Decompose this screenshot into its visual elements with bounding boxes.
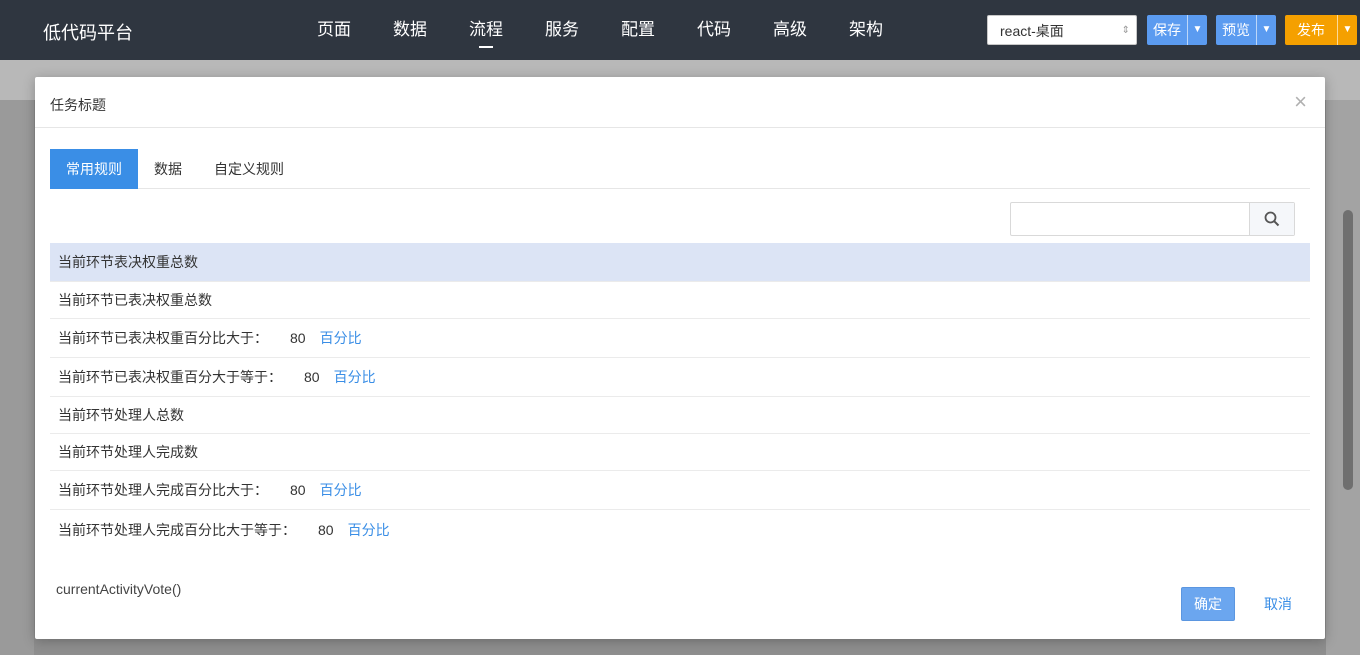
- app-brand: 低代码平台: [43, 23, 133, 43]
- rule-value[interactable]: 80: [290, 330, 306, 346]
- nav-item-config[interactable]: 配置: [600, 0, 676, 60]
- preview-dropdown-caret-icon[interactable]: ▼: [1256, 15, 1276, 45]
- rule-item[interactable]: 当前环节处理人总数: [50, 397, 1310, 434]
- rule-label: 当前环节已表决权重百分比大于：: [58, 330, 268, 346]
- rule-label: 当前环节处理人完成百分比大于等于：: [58, 521, 296, 538]
- tab-common-rules[interactable]: 常用规则: [50, 149, 138, 189]
- background-scrollbar: [1343, 210, 1353, 490]
- publish-button[interactable]: 发布: [1285, 15, 1337, 45]
- preview-button[interactable]: 预览: [1216, 15, 1256, 45]
- close-icon[interactable]: ×: [1294, 89, 1307, 115]
- search-button[interactable]: [1249, 203, 1294, 235]
- cancel-button[interactable]: 取消: [1251, 587, 1305, 621]
- nav-item-code[interactable]: 代码: [676, 0, 752, 60]
- rule-value[interactable]: 80: [318, 522, 334, 538]
- rule-item[interactable]: 当前环节表决权重总数: [50, 243, 1310, 282]
- rule-item[interactable]: 当前环节已表决权重总数: [50, 282, 1310, 319]
- nav-item-architecture[interactable]: 架构: [828, 0, 904, 60]
- environment-select[interactable]: react-桌面 ⇕: [987, 15, 1137, 45]
- rule-value[interactable]: 80: [304, 369, 320, 385]
- main-nav: 页面 数据 流程 服务 配置 代码 高级 架构: [296, 0, 904, 60]
- rule-item[interactable]: 当前环节处理人完成百分比大于等于： 80 百分比: [50, 510, 1310, 549]
- rule-label: 当前环节已表决权重总数: [58, 292, 212, 308]
- save-split-button: 保存 ▼: [1147, 15, 1207, 45]
- dialog-tabs: 常用规则 数据 自定义规则: [50, 149, 1310, 189]
- rule-expression: currentActivityVote(): [56, 581, 182, 597]
- nav-item-services[interactable]: 服务: [524, 0, 600, 60]
- rule-item[interactable]: 当前环节处理人完成数: [50, 434, 1310, 471]
- nav-item-data[interactable]: 数据: [372, 0, 448, 60]
- dialog-title: 任务标题: [50, 97, 106, 113]
- rule-label: 当前环节已表决权重百分大于等于：: [58, 369, 282, 385]
- rule-item[interactable]: 当前环节已表决权重百分比大于： 80 百分比: [50, 319, 1310, 358]
- save-dropdown-caret-icon[interactable]: ▼: [1187, 15, 1207, 45]
- tab-custom-rules[interactable]: 自定义规则: [198, 149, 300, 189]
- rule-item[interactable]: 当前环节处理人完成百分比大于： 80 百分比: [50, 471, 1310, 510]
- rule-dialog: 任务标题 × 常用规则 数据 自定义规则 当前环节表决权重总数 当前环节已表决权…: [35, 77, 1325, 639]
- rule-list: 当前环节表决权重总数 当前环节已表决权重总数 当前环节已表决权重百分比大于： 8…: [50, 243, 1310, 549]
- search-input[interactable]: [1011, 203, 1249, 235]
- rule-unit: 百分比: [319, 330, 362, 346]
- publish-split-button: 发布 ▼: [1285, 15, 1357, 45]
- rule-search: [1010, 202, 1295, 236]
- rule-label: 当前环节处理人总数: [58, 407, 184, 423]
- background-left-panel: [0, 100, 34, 655]
- search-icon: [1264, 211, 1280, 227]
- rule-label: 当前环节处理人完成百分比大于：: [58, 482, 268, 498]
- nav-item-process[interactable]: 流程: [448, 0, 524, 60]
- environment-select-value: react-桌面: [1000, 23, 1064, 39]
- chevron-updown-icon: ⇕: [1121, 25, 1130, 36]
- rule-value[interactable]: 80: [290, 482, 306, 498]
- nav-item-advanced[interactable]: 高级: [752, 0, 828, 60]
- top-bar: 低代码平台 页面 数据 流程 服务 配置 代码 高级 架构 react-桌面 ⇕…: [0, 0, 1360, 60]
- rule-unit: 百分比: [319, 482, 362, 498]
- preview-split-button: 预览 ▼: [1216, 15, 1276, 45]
- tab-data[interactable]: 数据: [138, 149, 198, 189]
- rule-unit: 百分比: [347, 521, 390, 538]
- dialog-header: 任务标题 ×: [35, 77, 1325, 128]
- confirm-button[interactable]: 确定: [1181, 587, 1235, 621]
- rule-label: 当前环节表决权重总数: [58, 254, 198, 270]
- rule-item[interactable]: 当前环节已表决权重百分大于等于： 80 百分比: [50, 358, 1310, 397]
- publish-dropdown-caret-icon[interactable]: ▼: [1337, 15, 1357, 45]
- save-button[interactable]: 保存: [1147, 15, 1187, 45]
- rule-unit: 百分比: [333, 369, 376, 385]
- rule-label: 当前环节处理人完成数: [58, 444, 198, 460]
- nav-item-pages[interactable]: 页面: [296, 0, 372, 60]
